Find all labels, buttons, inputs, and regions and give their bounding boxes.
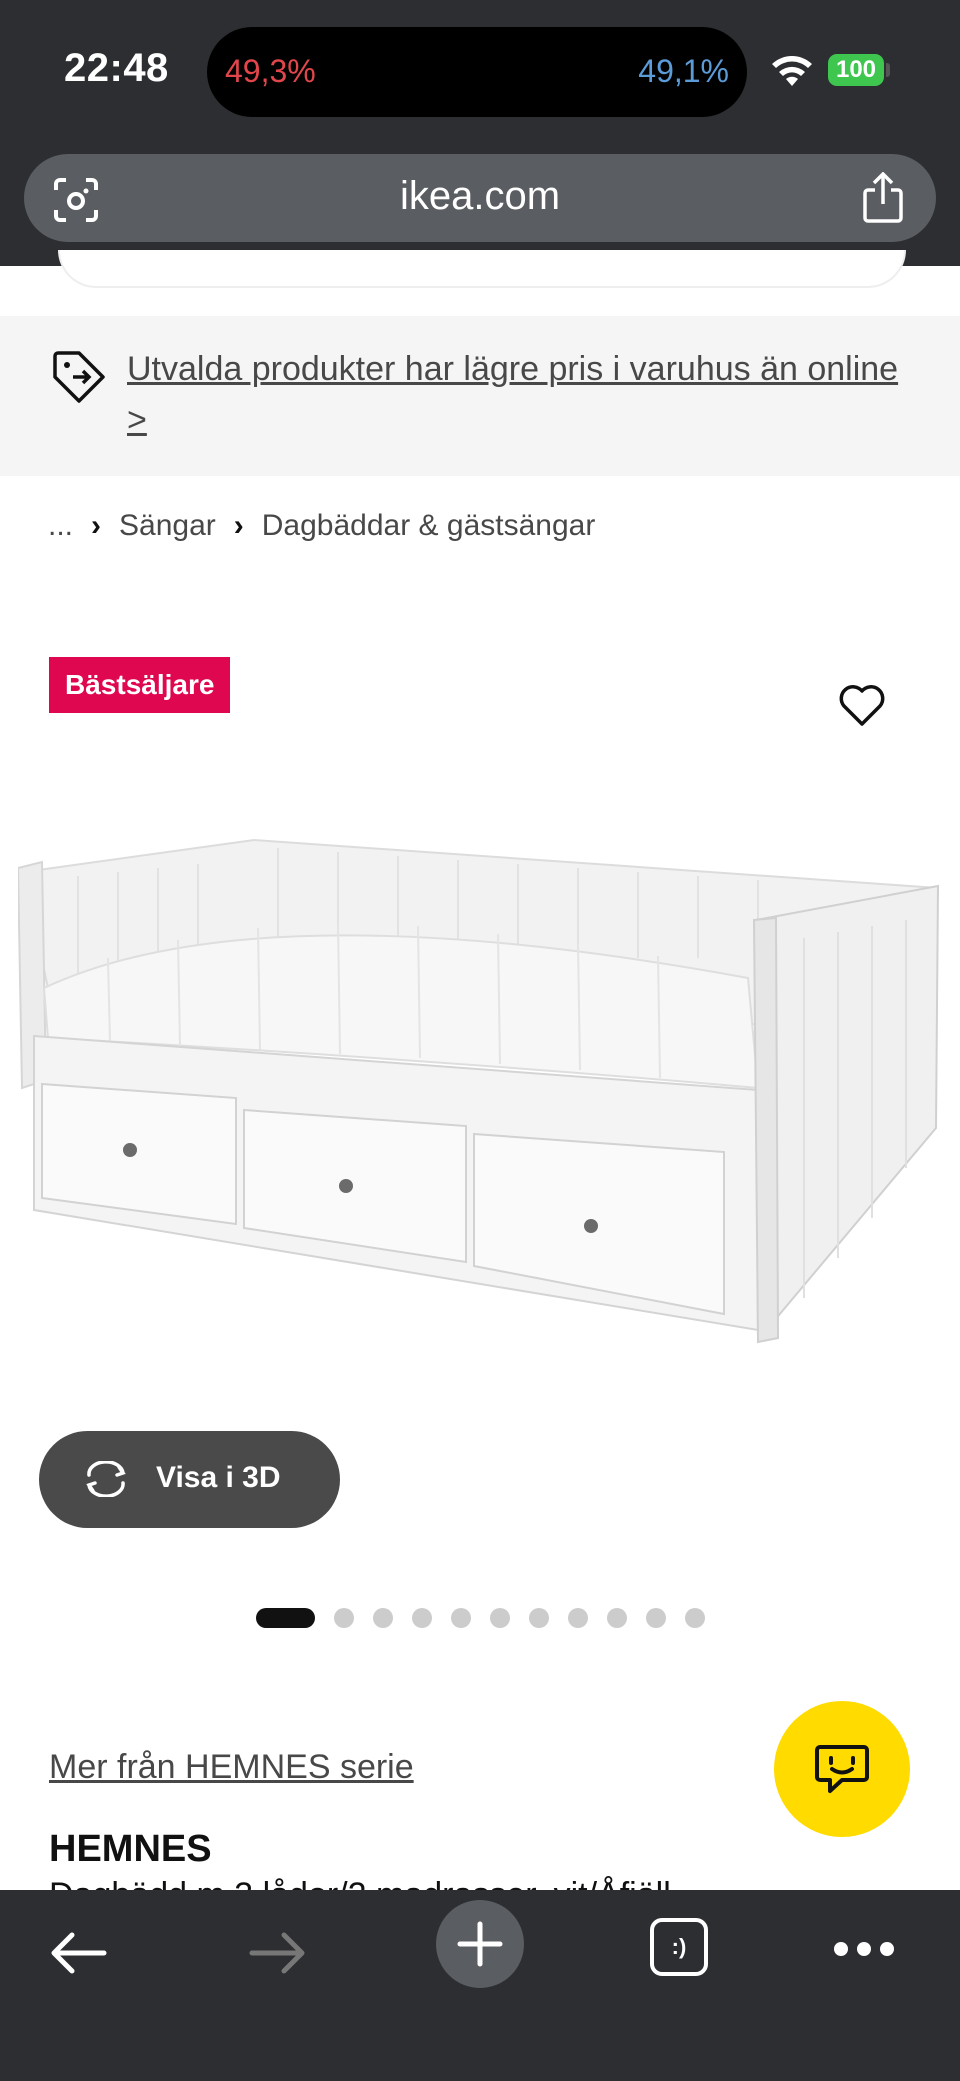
chat-button[interactable] xyxy=(774,1701,910,1837)
gallery-dot[interactable] xyxy=(412,1608,432,1628)
gallery-dot[interactable] xyxy=(334,1608,354,1628)
search-field-remnant xyxy=(58,250,906,288)
chevron-right-icon: › xyxy=(233,509,244,542)
plus-icon xyxy=(457,1921,503,1967)
series-link[interactable]: Mer från HEMNES serie xyxy=(49,1748,414,1787)
gallery-dot[interactable] xyxy=(568,1608,588,1628)
url-text[interactable]: ikea.com xyxy=(24,174,936,219)
chevron-right-icon: › xyxy=(91,509,102,542)
promo-link[interactable]: Utvalda produkter har lägre pris i varuh… xyxy=(127,344,907,446)
product-image[interactable] xyxy=(18,828,942,1348)
gallery-dot[interactable] xyxy=(646,1608,666,1628)
price-tag-icon xyxy=(53,351,105,403)
forward-arrow-icon[interactable] xyxy=(248,1928,308,1978)
breadcrumb-item-beds[interactable]: Sängar xyxy=(119,509,216,543)
gallery-dot[interactable] xyxy=(607,1608,627,1628)
gallery-dot-active[interactable] xyxy=(256,1608,315,1628)
gallery-dot[interactable] xyxy=(685,1608,705,1628)
browser-top-chrome: 22:48 49,3% 49,1% 100 ikea.com xyxy=(0,0,960,266)
battery-indicator: 100 xyxy=(828,54,884,86)
gallery-dot[interactable] xyxy=(451,1608,471,1628)
more-menu-icon[interactable] xyxy=(834,1942,894,1958)
wifi-icon xyxy=(772,56,812,86)
breadcrumb: ... › Sängar › Dagbäddar & gästsängar xyxy=(48,509,595,543)
breadcrumb-item-daybeds[interactable]: Dagbäddar & gästsängar xyxy=(262,509,596,543)
tabs-button[interactable]: :) xyxy=(650,1918,708,1976)
status-time: 22:48 xyxy=(64,46,169,90)
product-name: HEMNES xyxy=(49,1828,212,1870)
chat-icon xyxy=(815,1745,869,1793)
island-right-value: 49,1% xyxy=(638,53,729,89)
dynamic-island: 49,3% 49,1% xyxy=(207,27,747,117)
gallery-dot[interactable] xyxy=(529,1608,549,1628)
view-3d-label: Visa i 3D xyxy=(156,1461,281,1494)
island-left-value: 49,3% xyxy=(225,53,316,89)
rotate-3d-icon xyxy=(86,1461,126,1497)
breadcrumb-ellipsis[interactable]: ... xyxy=(48,509,73,543)
heart-icon[interactable] xyxy=(838,683,886,727)
new-tab-button[interactable] xyxy=(436,1900,524,1988)
share-icon[interactable] xyxy=(860,172,906,224)
bestseller-badge: Bästsäljare xyxy=(49,657,231,713)
gallery-pagination xyxy=(256,1608,705,1628)
browser-bottom-toolbar: :) xyxy=(0,1890,960,2081)
gallery-dot[interactable] xyxy=(373,1608,393,1628)
url-bar[interactable]: ikea.com xyxy=(24,154,936,242)
view-3d-button[interactable]: Visa i 3D xyxy=(39,1431,340,1528)
back-arrow-icon[interactable] xyxy=(48,1928,108,1978)
gallery-dot[interactable] xyxy=(490,1608,510,1628)
battery-cap xyxy=(886,63,890,77)
